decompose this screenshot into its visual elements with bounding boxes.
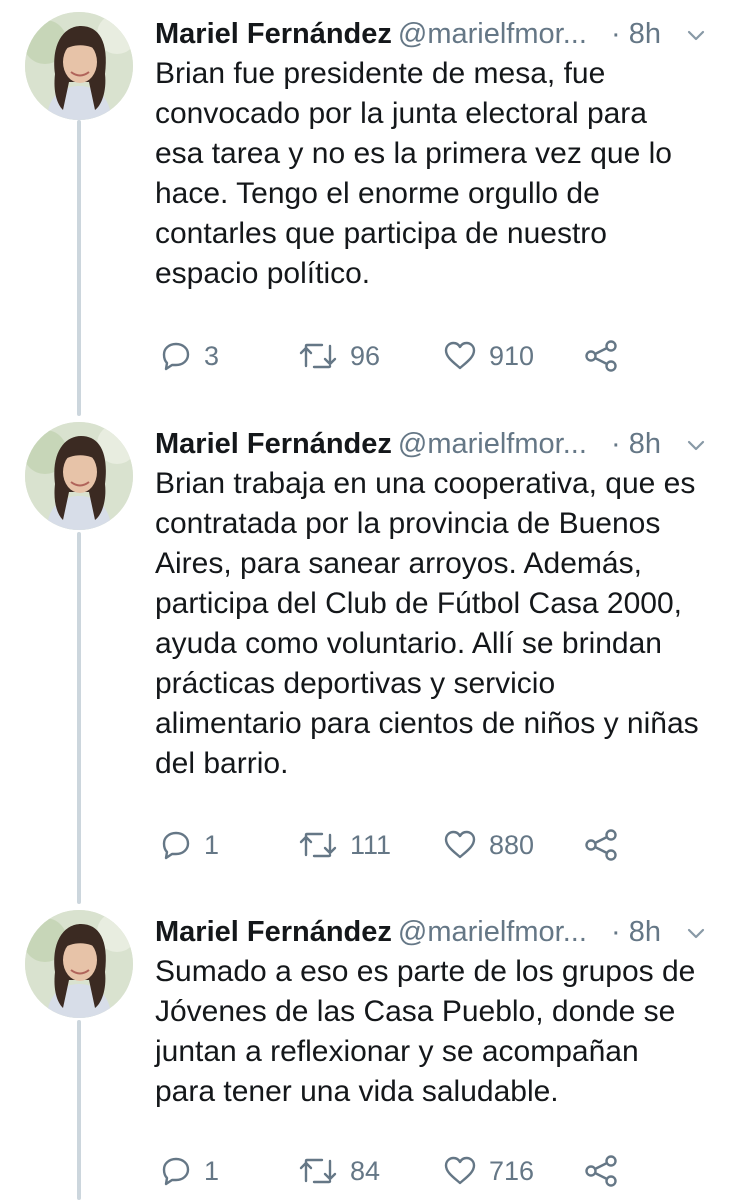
tweet[interactable]: Mariel Fernández @marielfmor... · 8h Bria… xyxy=(0,12,731,392)
avatar[interactable] xyxy=(25,910,133,1018)
author-name[interactable]: Mariel Fernández xyxy=(155,428,392,460)
tweet-text: Brian fue presidente de mesa, fue convoc… xyxy=(155,57,672,290)
chevron-down-icon[interactable] xyxy=(685,24,707,46)
tweet-timestamp[interactable]: · 8h xyxy=(611,424,661,464)
author-handle[interactable]: @marielfmor... xyxy=(398,916,587,948)
reply-icon xyxy=(162,1157,190,1186)
share-icon xyxy=(585,1155,617,1187)
avatar[interactable] xyxy=(25,12,133,120)
reply-button[interactable]: 3 xyxy=(160,338,219,374)
tweet-header: Mariel Fernández @marielfmor... · 8h xyxy=(155,14,715,54)
share-button[interactable] xyxy=(583,338,619,374)
heart-icon xyxy=(444,341,476,370)
author-handle[interactable]: @marielfmor... xyxy=(398,428,587,460)
chevron-down-icon[interactable] xyxy=(685,922,707,944)
retweet-count: 84 xyxy=(350,1155,381,1186)
retweet-button[interactable]: 84 xyxy=(298,1153,380,1189)
reply-button[interactable]: 1 xyxy=(160,827,219,863)
reply-button[interactable]: 1 xyxy=(160,1153,219,1189)
reply-icon xyxy=(162,831,190,860)
share-button[interactable] xyxy=(583,1153,619,1189)
reply-count: 1 xyxy=(204,829,220,860)
retweet-button[interactable]: 96 xyxy=(298,338,380,374)
like-button[interactable]: 880 xyxy=(443,827,534,863)
share-icon xyxy=(585,829,617,861)
share-icon xyxy=(585,340,617,372)
avatar[interactable] xyxy=(25,422,133,530)
tweet-text: Brian trabaja en una cooperativa, que es… xyxy=(155,467,699,780)
share-button[interactable] xyxy=(583,827,619,863)
retweet-button[interactable]: 111 xyxy=(298,827,391,863)
tweet-actions: 3 96 910 xyxy=(160,338,640,374)
author-name[interactable]: Mariel Fernández xyxy=(155,916,392,948)
tweet-actions: 1 84 716 xyxy=(160,1153,640,1189)
retweet-icon xyxy=(299,1158,337,1184)
like-button[interactable]: 910 xyxy=(443,338,534,374)
author-name[interactable]: Mariel Fernández xyxy=(155,18,392,50)
like-button[interactable]: 716 xyxy=(443,1153,534,1189)
tweet[interactable]: Mariel Fernández @marielfmor... · 8h Suma… xyxy=(0,910,731,1200)
tweet-actions: 1 111 880 xyxy=(160,827,640,863)
like-count: 716 xyxy=(489,1155,535,1186)
tweet-timestamp[interactable]: · 8h xyxy=(611,912,661,952)
heart-icon xyxy=(444,1156,476,1185)
heart-icon xyxy=(444,830,476,859)
chevron-down-icon[interactable] xyxy=(685,434,707,456)
reply-icon xyxy=(162,342,190,371)
tweet-header: Mariel Fernández @marielfmor... · 8h xyxy=(155,912,715,952)
reply-count: 3 xyxy=(204,340,220,371)
retweet-count: 111 xyxy=(350,829,392,860)
reply-count: 1 xyxy=(204,1155,220,1186)
tweet-header: Mariel Fernández @marielfmor... · 8h xyxy=(155,424,715,464)
retweet-icon xyxy=(299,343,337,369)
tweet-timestamp[interactable]: · 8h xyxy=(611,14,661,54)
retweet-count: 96 xyxy=(350,340,381,371)
retweet-icon xyxy=(299,832,337,858)
tweet-text: Sumado a eso es parte de los grupos de J… xyxy=(155,955,696,1108)
tweet[interactable]: Mariel Fernández @marielfmor... · 8h Bria… xyxy=(0,422,731,882)
like-count: 910 xyxy=(489,340,535,371)
like-count: 880 xyxy=(489,829,535,860)
author-handle[interactable]: @marielfmor... xyxy=(398,18,587,50)
